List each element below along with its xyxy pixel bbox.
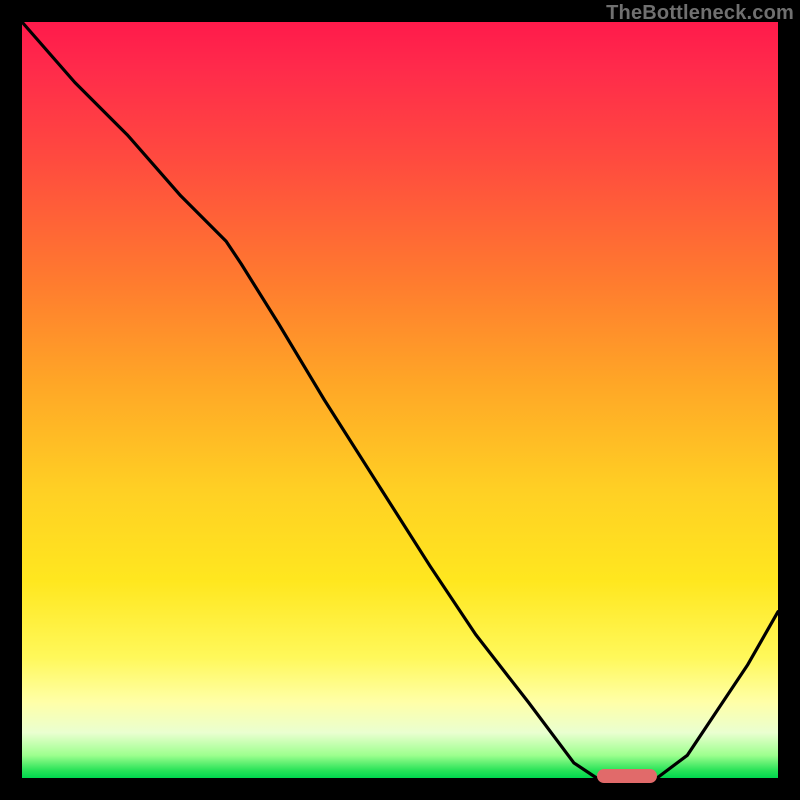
watermark-text: TheBottleneck.com xyxy=(606,2,794,25)
optimal-range-marker xyxy=(597,769,657,783)
bottleneck-curve xyxy=(22,22,778,778)
plot-area xyxy=(22,22,778,778)
chart-frame: TheBottleneck.com xyxy=(0,0,800,800)
